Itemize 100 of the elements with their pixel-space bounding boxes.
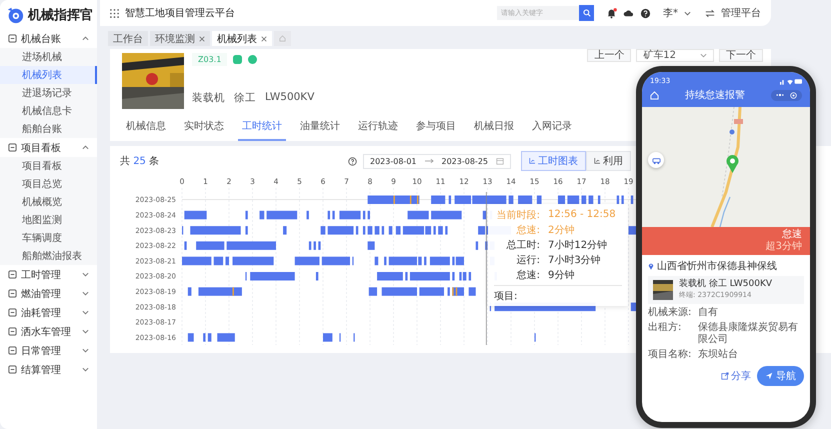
chevron-icon — [82, 290, 89, 297]
menu-item[interactable]: 进退场记录 — [0, 84, 97, 102]
detail-tab[interactable]: 油量统计 — [296, 115, 344, 141]
navigate-button[interactable]: 导航 — [757, 366, 804, 386]
work-bar — [328, 210, 330, 220]
page-tab[interactable]: 环境监测 — [150, 31, 210, 46]
platform-title: 智慧工地项目管理云平台 — [125, 6, 235, 20]
tooltip-value: 7小时12分钟 — [548, 238, 608, 252]
work-bar — [616, 196, 620, 204]
work-bar — [225, 256, 229, 266]
tooltip-label: 总工时: — [506, 238, 540, 252]
work-bar — [196, 241, 224, 250]
admin-platform-link[interactable]: 管理平台 — [721, 6, 761, 20]
work-bar — [184, 241, 187, 250]
machine-select[interactable]: 矿车12 — [636, 49, 714, 62]
view-toggle-button[interactable]: 工时图表 — [521, 151, 586, 171]
module-icon — [8, 346, 17, 355]
work-bar — [452, 272, 455, 280]
machine-title-text: LW500KV — [265, 91, 314, 105]
work-bar — [362, 226, 366, 235]
menu-item[interactable]: 机械概览 — [0, 193, 97, 211]
navigation-arrow-icon — [765, 372, 773, 380]
date-range-field[interactable]: 2023-08-01 2023-08-25 — [363, 154, 511, 168]
menu-item[interactable]: 车辆调度 — [0, 229, 97, 247]
page-tab[interactable]: 工作台 — [108, 31, 148, 46]
caret-icon — [684, 10, 691, 16]
menu-group[interactable]: 项目看板 — [0, 138, 97, 157]
menu-item[interactable]: 机械信息卡 — [0, 102, 97, 120]
work-bar — [232, 256, 274, 266]
work-bar — [226, 241, 276, 250]
detail-tab[interactable]: 运行轨迹 — [354, 115, 402, 141]
work-bar — [482, 210, 486, 220]
work-bar — [308, 241, 312, 250]
machine-name: 装载机 徐工 LW500KV — [679, 279, 772, 290]
chevron-icon — [82, 35, 89, 42]
work-bar — [582, 196, 586, 204]
user-menu[interactable]: 李* — [663, 6, 678, 20]
tooltip-label: 项目: — [494, 290, 518, 302]
module-icon — [8, 289, 17, 298]
work-bar — [419, 287, 444, 296]
chart-icon — [594, 158, 600, 164]
detail-tab[interactable]: 机械日报 — [470, 115, 518, 141]
work-bar — [184, 210, 207, 220]
search-button[interactable] — [579, 5, 594, 21]
idle-mark — [232, 287, 234, 296]
next-button[interactable]: 下一个 — [719, 49, 763, 62]
detail-tab[interactable]: 实时状态 — [180, 115, 228, 141]
menu-item[interactable]: 地图监测 — [0, 211, 97, 229]
tooltip-label: 怠速: — [516, 224, 540, 236]
module-icon — [8, 308, 17, 317]
work-bar — [283, 226, 287, 235]
menu-item[interactable]: 机械列表 — [0, 66, 97, 84]
work-bar — [388, 226, 392, 235]
detail-tab[interactable]: 参与项目 — [412, 115, 460, 141]
field-value: 自有 — [698, 307, 718, 319]
logo-icon — [6, 5, 24, 25]
work-bar — [630, 196, 634, 204]
work-bar — [182, 256, 212, 266]
tooltip-label: 当前时段: — [496, 208, 540, 222]
help-icon[interactable] — [640, 8, 651, 18]
work-bar — [396, 226, 401, 235]
share-button[interactable]: 分享 — [721, 369, 751, 383]
help-icon[interactable] — [348, 156, 357, 166]
menu-item[interactable]: 船舶台账 — [0, 120, 97, 138]
page-tab[interactable]: 机械列表 — [212, 31, 272, 46]
bell-icon[interactable] — [606, 8, 617, 18]
work-bar — [558, 196, 566, 204]
work-bar — [536, 196, 542, 204]
work-bar — [190, 226, 241, 235]
phone-screen-title: 持续怠速报警 — [684, 88, 746, 102]
work-bar — [374, 226, 380, 235]
previous-button[interactable]: 上一个 — [587, 49, 632, 62]
work-bar — [316, 272, 318, 280]
apps-grid-icon[interactable] — [110, 8, 119, 18]
module-icon — [8, 143, 17, 152]
detail-tab[interactable]: 机械信息 — [122, 115, 170, 141]
tooltip-value: 12:56 - 12:58 — [548, 209, 616, 220]
work-bar — [214, 256, 224, 266]
detail-tab[interactable]: 工时统计 — [238, 115, 286, 141]
idle-mark — [394, 196, 395, 204]
machine-code-tag: Z03.1 — [192, 53, 228, 66]
menu-item[interactable]: 进场机械 — [0, 48, 97, 66]
view-toggle-button[interactable]: 利用 — [586, 151, 631, 171]
work-bar — [621, 196, 624, 204]
work-bar — [294, 256, 320, 266]
menu-item[interactable]: 项目总览 — [0, 175, 97, 193]
menu-group[interactable]: 机械台账 — [0, 29, 97, 48]
work-bar — [567, 196, 580, 204]
work-bar — [431, 210, 462, 220]
work-bar — [332, 210, 335, 220]
arrow-icon — [424, 158, 434, 164]
menu-item[interactable]: 船舶燃油报表 — [0, 247, 97, 265]
menu-item[interactable]: 项目看板 — [0, 157, 97, 175]
tooltip-value: 2分钟 — [548, 224, 574, 236]
home-icon[interactable] — [650, 90, 659, 100]
work-bar — [448, 287, 450, 296]
detail-tab[interactable]: 入网记录 — [528, 115, 576, 141]
work-bar — [260, 210, 264, 220]
mini-program-capsule[interactable] — [771, 90, 802, 100]
cloud-icon[interactable] — [623, 8, 634, 18]
